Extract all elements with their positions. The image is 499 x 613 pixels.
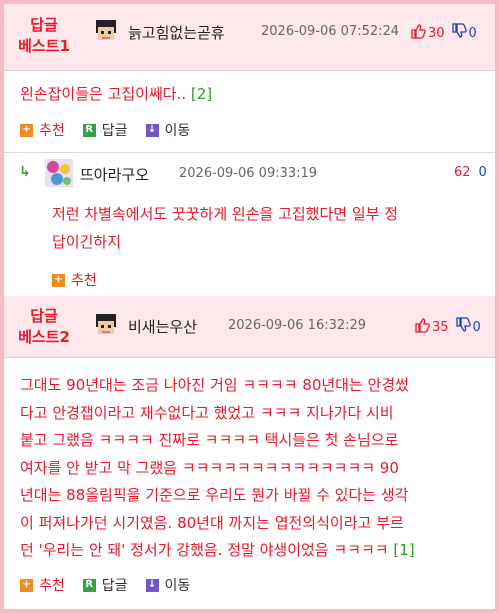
post-date: 2026-09-06 16:32:29: [228, 318, 367, 333]
thumbs-down-icon[interactable]: [455, 317, 471, 337]
downvote-count: 0: [478, 165, 487, 180]
comment-line: 던 '우리는 안 돼' 정서가 강했음. 정말 야생이었음 ㅋㅋㅋㅋ: [20, 541, 389, 559]
move-button[interactable]: ↓ 이동: [145, 120, 191, 140]
recommend-button[interactable]: + 추천: [52, 270, 97, 290]
reply-r-icon: R: [82, 578, 96, 592]
avatar[interactable]: [93, 312, 119, 338]
downvote-count: 0: [472, 319, 481, 335]
reply-r-icon: R: [82, 123, 96, 137]
nickname[interactable]: 뜨아라구오: [80, 164, 149, 185]
best1-badge-line2: 베스트1: [18, 37, 70, 55]
comment-line: 붙고 그랬음 ㅋㅋㅋㅋ 진짜로 ㅋㅋㅋㅋ 택시들은 첫 손님으로: [20, 431, 399, 449]
nickname[interactable]: 비새는우산: [128, 316, 197, 337]
reply-button[interactable]: R 답글: [82, 575, 128, 595]
move-label: 이동: [164, 578, 191, 594]
best1-actions: + 추천 R 답글 ↓ 이동: [20, 120, 190, 140]
vote-box: 35 0: [414, 317, 481, 337]
nickname[interactable]: 늙고힘없는곧휴: [128, 22, 225, 43]
move-button[interactable]: ↓ 이동: [145, 575, 191, 595]
comment-line: 답이긴하지: [52, 232, 122, 251]
recommend-button[interactable]: + 추천: [20, 575, 65, 595]
thumbs-down-icon[interactable]: [451, 23, 467, 43]
reply-label: 답글: [101, 578, 128, 594]
recommend-button[interactable]: + 추천: [20, 120, 65, 140]
best2-badge: 답글 베스트2: [4, 306, 84, 348]
upvote-count: 35: [432, 319, 449, 335]
best1-badge: 답글 베스트1: [4, 15, 84, 57]
comment-body: 왼손잡이들은 고집이쎄다..: [20, 85, 187, 103]
reply-comment: ↳ 뜨아라구오 2026-09-06 09:33:19 62 0 저런 차별속에…: [4, 153, 495, 295]
avatar[interactable]: [93, 18, 119, 44]
best2-badge-line2: 베스트2: [18, 328, 70, 346]
best1-header: 답글 베스트1 늙고힘없는곧휴 2026-09-06 07:52:24 30 0: [4, 4, 495, 71]
comment-line: 저런 차별속에서도 꿋꿋하게 왼손을 고집했다면 일부 정: [52, 205, 399, 223]
recommend-label: 추천: [71, 273, 97, 289]
comment-line: 다고 안경잽이라고 재수없다고 했었고 ㅋㅋㅋ 지나가다 시비: [20, 403, 394, 422]
thumbs-up-icon[interactable]: [414, 317, 430, 337]
reply-count[interactable]: [1]: [393, 541, 414, 559]
recommend-label: 추천: [39, 123, 65, 139]
plus-icon: +: [20, 578, 33, 592]
reply1-actions: + 추천: [52, 270, 97, 290]
comment-text: 왼손잡이들은 고집이쎄다.. [2]: [20, 81, 212, 109]
best1-badge-line1: 답글: [30, 16, 58, 34]
comment-text: 그대도 90년대는 조금 나아진 거임 ㅋㅋㅋㅋ 80년대는 안경썼 다고 안경…: [20, 372, 490, 565]
vote-box: 62 0: [454, 165, 487, 180]
comment-line: 이 퍼져나가던 시기였음. 80년대 까지는 엽전의식이라고 부르: [20, 513, 404, 532]
avatar[interactable]: [45, 159, 73, 187]
best2-badge-line1: 답글: [30, 307, 58, 325]
upvote-count: 30: [428, 25, 445, 41]
plus-icon: +: [52, 273, 65, 287]
comment-line: 여자를 안 받고 막 그랬음 ㅋㅋㅋㅋㅋㅋㅋㅋㅋㅋㅋㅋㅋㅋ 90: [20, 458, 399, 477]
plus-icon: +: [20, 123, 33, 137]
arrow-down-icon: ↓: [145, 123, 159, 137]
post-date: 2026-09-06 09:33:19: [179, 166, 318, 181]
thumbs-up-icon[interactable]: [410, 23, 426, 43]
comment-line: 그대도 90년대는 조금 나아진 거임 ㅋㅋㅋㅋ 80년대는 안경썼: [20, 376, 409, 394]
best2-header: 답글 베스트2 비새는우산 2026-09-06 16:32:29 35 0: [4, 296, 495, 358]
move-label: 이동: [164, 123, 191, 139]
reply-arrow-icon: ↳: [19, 164, 31, 180]
comment-line-last: 던 '우리는 안 돼' 정서가 강했음. 정말 야생이었음 ㅋㅋㅋㅋ [1]: [20, 537, 490, 565]
upvote-count: 62: [454, 165, 471, 180]
comment-text: 저런 차별속에서도 꿋꿋하게 왼손을 고집했다면 일부 정 답이긴하지: [52, 201, 488, 256]
reply-count[interactable]: [2]: [191, 85, 212, 103]
vote-box: 30 0: [410, 23, 477, 43]
reply-button[interactable]: R 답글: [82, 120, 128, 140]
best2-actions: + 추천 R 답글 ↓ 이동: [20, 575, 190, 595]
post-date: 2026-09-06 07:52:24: [261, 24, 400, 39]
arrow-down-icon: ↓: [145, 578, 159, 592]
downvote-count: 0: [468, 25, 477, 41]
comment-line: 년대는 88올림픽을 기준으로 우리도 뭔가 바뀔 수 있다는 생각: [20, 486, 409, 504]
reply-label: 답글: [101, 123, 128, 139]
recommend-label: 추천: [39, 578, 65, 594]
